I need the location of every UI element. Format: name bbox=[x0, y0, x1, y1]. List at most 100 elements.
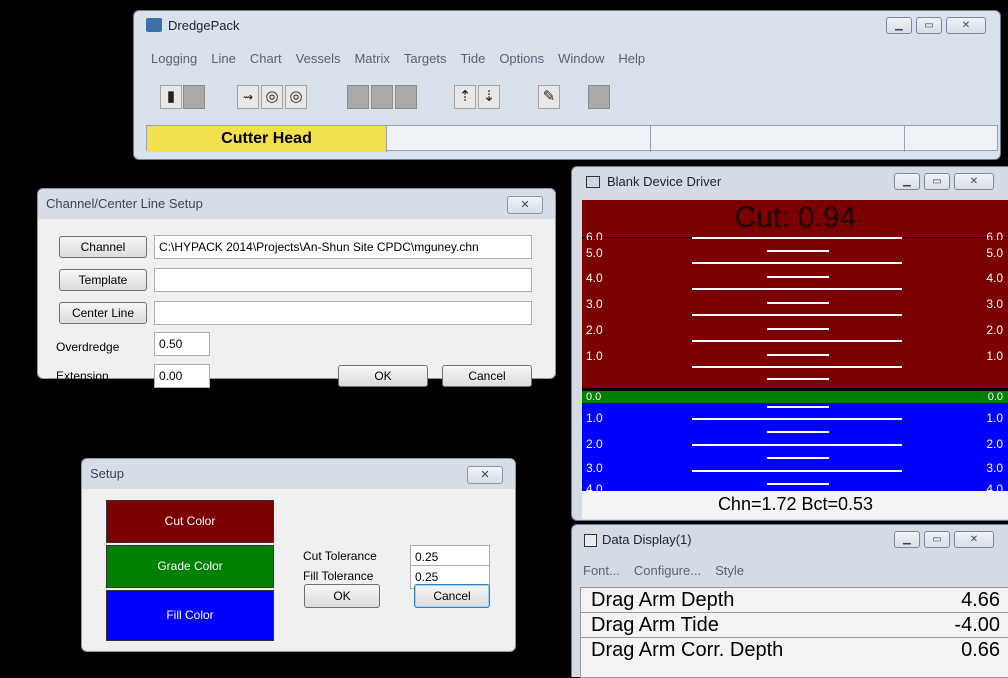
scale-line bbox=[692, 288, 902, 290]
channel-button[interactable]: Channel bbox=[59, 236, 147, 258]
minimize-icon[interactable]: ▁ bbox=[894, 531, 920, 548]
ok-button[interactable]: OK bbox=[304, 584, 380, 608]
scale-left: 2.0 bbox=[586, 323, 603, 337]
maximize-icon[interactable]: ▭ bbox=[916, 17, 942, 34]
table-row: Drag Arm Depth 4.66 bbox=[581, 588, 1008, 613]
scale-tick bbox=[767, 328, 829, 330]
menu-logging[interactable]: Logging bbox=[144, 51, 204, 66]
fill-color-button[interactable]: Fill Color bbox=[106, 590, 274, 641]
tide-up-icon[interactable]: ⇡ bbox=[454, 85, 476, 109]
menu-options[interactable]: Options bbox=[492, 51, 551, 66]
extension-label: Extension bbox=[56, 369, 109, 383]
cut-color-label: Cut Color bbox=[164, 514, 216, 528]
menu-matrix[interactable]: Matrix bbox=[347, 51, 396, 66]
target-icon[interactable]: ◎ bbox=[261, 85, 283, 109]
dredge-profile-display: Cut: 0.94 6.0 6.0 5.0 5.0 4.0 4.0 3.0 3.… bbox=[582, 200, 1008, 491]
scale-left: 0.0 bbox=[586, 391, 602, 403]
app-icon bbox=[146, 18, 162, 32]
data-display-titlebar[interactable]: Data Display(1) ▁ ▭ ✕ bbox=[572, 525, 1008, 553]
scale-line bbox=[692, 237, 902, 239]
status-cutter-head: Cutter Head bbox=[147, 126, 387, 152]
menu-help[interactable]: Help bbox=[611, 51, 652, 66]
template-field[interactable] bbox=[154, 268, 532, 292]
device-icon bbox=[586, 176, 600, 188]
toolbar: ▮ ⇝ ◎ ◎ ⇡ ⇣ ✎ bbox=[134, 81, 1000, 115]
blank-device-titlebar[interactable]: Blank Device Driver ▁ ▭ ✕ bbox=[572, 167, 1008, 195]
target-wave-icon[interactable]: ◎ bbox=[285, 85, 307, 109]
maximize-icon[interactable]: ▭ bbox=[924, 173, 950, 190]
cancel-button[interactable]: Cancel bbox=[414, 584, 490, 608]
scale-line bbox=[692, 340, 902, 342]
blank-device-title: Blank Device Driver bbox=[607, 174, 722, 189]
scale-right: 1.0 bbox=[986, 411, 1003, 425]
pencil-icon[interactable]: ✎ bbox=[538, 85, 560, 109]
close-icon[interactable]: ✕ bbox=[507, 196, 543, 214]
menu-chart[interactable]: Chart bbox=[243, 51, 289, 66]
row-value: 4.66 bbox=[961, 589, 1000, 611]
close-icon[interactable]: ✕ bbox=[467, 466, 503, 484]
toolbar-button-blank-5[interactable] bbox=[588, 85, 610, 109]
menu-line[interactable]: Line bbox=[204, 51, 243, 66]
scale-tick bbox=[767, 431, 829, 433]
close-icon[interactable]: ✕ bbox=[954, 173, 994, 190]
channel-dialog-title: Channel/Center Line Setup bbox=[46, 196, 203, 211]
status-cell-3 bbox=[651, 126, 905, 152]
toolbar-button-blank-1[interactable] bbox=[183, 85, 205, 109]
extension-field[interactable]: 0.00 bbox=[154, 364, 210, 388]
menu-targets[interactable]: Targets bbox=[397, 51, 454, 66]
close-icon[interactable]: ✕ bbox=[954, 531, 994, 548]
menu-tide[interactable]: Tide bbox=[454, 51, 493, 66]
grade-color-label: Grade Color bbox=[157, 559, 223, 573]
scale-line bbox=[692, 366, 902, 368]
minimize-icon[interactable]: ▁ bbox=[894, 173, 920, 190]
scale-line bbox=[692, 418, 902, 420]
channel-dialog-titlebar[interactable]: Channel/Center Line Setup ✕ bbox=[38, 189, 555, 219]
scale-tick bbox=[767, 378, 829, 380]
scale-right: 6.0 bbox=[986, 230, 1003, 240]
setup-dialog-titlebar[interactable]: Setup ✕ bbox=[82, 459, 515, 489]
scale-right: 4.0 bbox=[986, 482, 1003, 491]
center-line-field[interactable] bbox=[154, 301, 532, 325]
grade-color-button[interactable]: Grade Color bbox=[106, 545, 274, 588]
maximize-icon[interactable]: ▭ bbox=[924, 531, 950, 548]
scale-line bbox=[692, 444, 902, 446]
channel-setup-dialog: Channel/Center Line Setup ✕ Channel C:\H… bbox=[37, 188, 556, 388]
dredgepack-titlebar[interactable]: DredgePack ▁ ▭ ✕ bbox=[134, 11, 1000, 39]
template-button[interactable]: Template bbox=[59, 269, 147, 291]
center-line-button[interactable]: Center Line bbox=[59, 302, 147, 324]
status-bar: Cutter Head bbox=[146, 125, 998, 152]
channel-path-field[interactable]: C:\HYPACK 2014\Projects\An-Shun Site CPD… bbox=[154, 235, 532, 259]
scale-tick bbox=[767, 406, 829, 408]
overdredge-field[interactable]: 0.50 bbox=[154, 332, 210, 356]
toolbar-button-blank-2[interactable] bbox=[347, 85, 369, 109]
scale-left: 4.0 bbox=[586, 482, 603, 491]
scale-right: 1.0 bbox=[986, 349, 1003, 363]
waypoint-icon[interactable]: ⇝ bbox=[237, 85, 259, 109]
scale-left: 1.0 bbox=[586, 349, 603, 363]
fill-color-label: Fill Color bbox=[166, 608, 214, 622]
scale-left: 6.0 bbox=[586, 230, 603, 240]
ok-button[interactable]: OK bbox=[338, 365, 428, 387]
cut-color-button[interactable]: Cut Color bbox=[106, 500, 274, 543]
fill-tolerance-label: Fill Tolerance bbox=[303, 569, 374, 583]
toolbar-button-blank-4[interactable] bbox=[395, 85, 417, 109]
scale-right: 0.0 bbox=[987, 391, 1003, 403]
table-row: Drag Arm Tide -4.00 bbox=[581, 613, 1008, 638]
close-icon[interactable]: ✕ bbox=[946, 17, 986, 34]
row-name: Drag Arm Corr. Depth bbox=[591, 639, 784, 661]
menu-window[interactable]: Window bbox=[551, 51, 611, 66]
tide-down-icon[interactable]: ⇣ bbox=[478, 85, 500, 109]
minimize-icon[interactable]: ▁ bbox=[886, 17, 912, 34]
data-display-title: Data Display(1) bbox=[602, 532, 692, 547]
scale-right: 2.0 bbox=[986, 323, 1003, 337]
grade-divider bbox=[582, 388, 1008, 391]
logbook-icon[interactable]: ▮ bbox=[160, 85, 182, 109]
menu-vessels[interactable]: Vessels bbox=[289, 51, 348, 66]
overdredge-label: Overdredge bbox=[56, 340, 120, 354]
cancel-button[interactable]: Cancel bbox=[442, 365, 532, 387]
toolbar-button-blank-3[interactable] bbox=[371, 85, 393, 109]
menu-style[interactable]: Style bbox=[708, 563, 751, 578]
menu-font[interactable]: Font... bbox=[576, 563, 627, 578]
menu-configure[interactable]: Configure... bbox=[627, 563, 708, 578]
scale-left: 1.0 bbox=[586, 411, 603, 425]
